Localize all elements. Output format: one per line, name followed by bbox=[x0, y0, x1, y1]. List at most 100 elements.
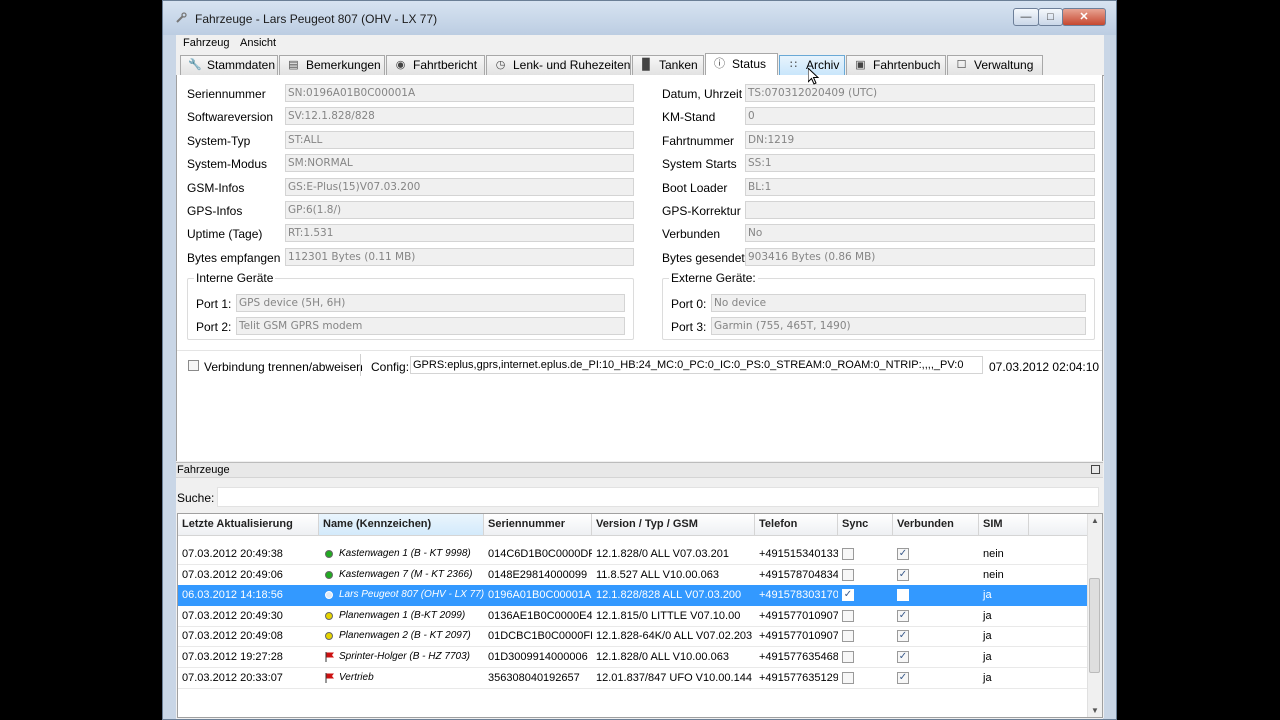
title-bar[interactable]: Fahrzeuge - Lars Peugeot 807 (OHV - LX 7… bbox=[163, 1, 1116, 35]
table-row[interactable]: 07.03.2012 20:49:30 Planenwagen 1 (B-KT 2… bbox=[178, 606, 1088, 627]
connected-checkbox[interactable]: ✓ bbox=[897, 630, 909, 643]
field-uptime: RT:1.531 bbox=[285, 224, 634, 242]
menu-ansicht[interactable]: Ansicht bbox=[240, 37, 276, 49]
cell-text: Kastenwagen 1 (B - KT 9998) bbox=[339, 548, 471, 559]
connected-checkbox[interactable]: ✓ bbox=[897, 609, 909, 622]
sync-checkbox[interactable]: ✓ bbox=[842, 589, 854, 602]
tab-bemerkungen[interactable]: ▤ Bemerkungen bbox=[279, 55, 385, 75]
cell-text: +4915776351294 bbox=[759, 671, 838, 684]
label-bytes-gesendet: Bytes gesendet bbox=[662, 251, 745, 265]
field-verbunden: No bbox=[745, 224, 1095, 242]
cell-serial: 01DCBC1B0C0000FD bbox=[484, 626, 592, 646]
cell-text: 07.03.2012 20:49:06 bbox=[182, 568, 283, 581]
sync-checkbox[interactable] bbox=[842, 609, 854, 622]
info-icon: ⓘ bbox=[714, 58, 725, 70]
scroll-thumb[interactable] bbox=[1089, 578, 1100, 673]
connected-checkbox[interactable]: ✓ bbox=[897, 671, 909, 684]
label-boot-loader: Boot Loader bbox=[662, 181, 728, 195]
tab-verwaltung[interactable]: ☐ Verwaltung bbox=[947, 55, 1043, 75]
sync-checkbox[interactable] bbox=[842, 651, 854, 663]
cell-text: Planenwagen 2 (B - KT 2097) bbox=[339, 630, 471, 642]
table-row[interactable]: 07.03.2012 20:49:06 Kastenwagen 7 (M - KT… bbox=[178, 565, 1088, 586]
vertical-scrollbar[interactable]: ▲ ▼ bbox=[1087, 514, 1102, 717]
maximize-button[interactable]: □ bbox=[1038, 8, 1063, 26]
gray-status-icon bbox=[325, 591, 333, 600]
table-row[interactable]: 07.03.2012 20:49:38 Kastenwagen 1 (B - KT… bbox=[178, 544, 1088, 565]
cell-version: 11.8.527 ALL V10.00.063 bbox=[592, 565, 755, 585]
connected-checkbox[interactable]: ✓ bbox=[897, 651, 909, 663]
cell-text: ja bbox=[983, 630, 992, 643]
cell-sim: nein bbox=[979, 544, 1029, 564]
cell-text: 356308040192657 bbox=[488, 671, 580, 684]
field-boot-loader: BL:1 bbox=[745, 178, 1095, 196]
cell-serial: 014C6D1B0C0000DF bbox=[484, 544, 592, 564]
external-devices-group: Externe Geräte: Port 0: No device Port 3… bbox=[662, 271, 1095, 340]
col-verbunden[interactable]: Verbunden bbox=[893, 514, 979, 535]
connected-checkbox[interactable] bbox=[897, 589, 909, 602]
cell-text: +4915776354686 bbox=[759, 651, 838, 663]
sync-checkbox[interactable] bbox=[842, 671, 854, 684]
table-row[interactable]: 07.03.2012 20:49:08 Planenwagen 2 (B - KT… bbox=[178, 626, 1088, 648]
cell-text: nein bbox=[983, 548, 1004, 560]
col-name[interactable]: Name (Kennzeichen) bbox=[319, 514, 484, 535]
cell-serial: 0136AE1B0C0000E4 bbox=[484, 606, 592, 626]
cell-text: 0136AE1B0C0000E4 bbox=[488, 609, 592, 622]
cell-text: 12.1.828/0 ALL V07.03.201 bbox=[596, 548, 729, 560]
connected-checkbox[interactable]: ✓ bbox=[897, 548, 909, 560]
menu-bar: Fahrzeug Ansicht bbox=[176, 35, 1104, 53]
vehicles-table: Letzte Aktualisierung Name (Kennzeichen)… bbox=[177, 513, 1103, 718]
cell-text: +4915783031705 bbox=[759, 589, 838, 602]
field-gps-korrektur bbox=[745, 201, 1095, 219]
field-system-typ: ST:ALL bbox=[285, 131, 634, 149]
cell-version: 12.1.828/0 ALL V07.03.201 bbox=[592, 544, 755, 564]
col-telefon[interactable]: Telefon bbox=[755, 514, 838, 535]
tab-stammdaten[interactable]: 🔧 Stammdaten bbox=[180, 55, 278, 75]
col-sim[interactable]: SIM bbox=[979, 514, 1029, 535]
disconnect-label[interactable]: Verbindung trennen/abweisen bbox=[204, 360, 363, 374]
close-button[interactable]: ✕ bbox=[1062, 8, 1106, 26]
field-gsm-infos: GS:E-Plus(15)V07.03.200 bbox=[285, 178, 634, 196]
restore-icon[interactable] bbox=[1091, 465, 1100, 474]
cell-phone: +4915776354686 bbox=[755, 647, 838, 667]
sync-checkbox[interactable] bbox=[842, 568, 854, 581]
sync-checkbox[interactable] bbox=[842, 548, 854, 560]
field-seriennummer: SN:0196A01B0C00001A bbox=[285, 84, 634, 102]
cell-version: 12.01.837/847 UFO V10.00.144 bbox=[592, 668, 755, 688]
config-input[interactable]: GPRS:eplus,gprs,internet.eplus.de_PI:10_… bbox=[410, 356, 983, 374]
port0-field: No device bbox=[711, 294, 1086, 312]
col-letzte-aktualisierung[interactable]: Letzte Aktualisierung bbox=[178, 514, 319, 535]
search-input[interactable] bbox=[217, 487, 1099, 507]
label-fahrtnummer: Fahrtnummer bbox=[662, 134, 735, 148]
table-row[interactable]: 07.03.2012 19:27:28 Sprinter-Holger (B - … bbox=[178, 647, 1088, 668]
cell-name: Kastenwagen 1 (B - KT 9998) bbox=[319, 544, 484, 564]
cell-text: 0196A01B0C00001A bbox=[488, 589, 592, 602]
menu-fahrzeug[interactable]: Fahrzeug bbox=[183, 37, 229, 49]
cell-text: Kastenwagen 7 (M - KT 2366) bbox=[339, 568, 473, 580]
disconnect-checkbox[interactable] bbox=[188, 360, 199, 371]
cell-serial: 01D3009914000006 bbox=[484, 647, 592, 667]
cell-phone: +4915770109076 bbox=[755, 626, 838, 646]
col-sync[interactable]: Sync bbox=[838, 514, 893, 535]
tab-tanken[interactable]: ▉ Tanken bbox=[632, 55, 704, 75]
sync-checkbox[interactable] bbox=[842, 630, 854, 643]
checkbox-icon: ☐ bbox=[956, 59, 967, 71]
yellow-status-icon bbox=[325, 611, 333, 620]
cell-updated: 07.03.2012 20:33:07 bbox=[178, 668, 319, 688]
col-version[interactable]: Version / Typ / GSM bbox=[592, 514, 755, 535]
tab-status[interactable]: ⓘ Status bbox=[705, 53, 778, 76]
port3-label: Port 3: bbox=[671, 320, 707, 334]
divider bbox=[177, 350, 1102, 351]
cell-serial: 0196A01B0C00001A bbox=[484, 585, 592, 605]
table-row[interactable]: 06.03.2012 14:18:56 Lars Peugeot 807 (OHV… bbox=[178, 585, 1088, 607]
tab-lenk-ruhezeiten[interactable]: ◷ Lenk- und Ruhezeiten bbox=[486, 55, 631, 75]
scroll-up-icon[interactable]: ▲ bbox=[1091, 516, 1099, 525]
cell-version: 12.1.828-64K/0 ALL V07.02.203 bbox=[592, 626, 755, 646]
cell-text: ja bbox=[983, 589, 992, 602]
scroll-down-icon[interactable]: ▼ bbox=[1091, 706, 1099, 715]
col-seriennummer[interactable]: Seriennummer bbox=[484, 514, 592, 535]
minimize-button[interactable]: — bbox=[1013, 8, 1039, 26]
table-row[interactable]: 07.03.2012 20:33:07 Vertrieb 3563080401926… bbox=[178, 668, 1088, 689]
tab-fahrtenbuch[interactable]: ▣ Fahrtenbuch bbox=[846, 55, 946, 75]
connected-checkbox[interactable]: ✓ bbox=[897, 568, 909, 581]
tab-fahrtbericht[interactable]: ◉ Fahrtbericht bbox=[386, 55, 485, 75]
